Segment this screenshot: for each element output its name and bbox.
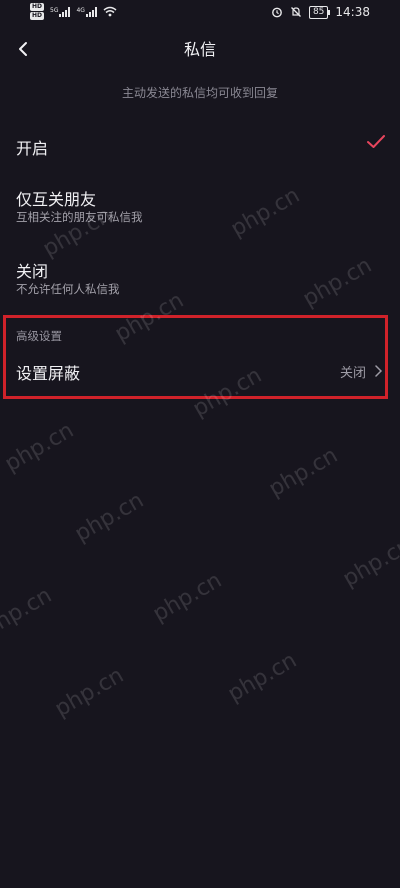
nav-bar: 私信	[0, 30, 400, 66]
option-disable[interactable]: 关闭 不允许任何人私信我	[0, 256, 400, 302]
signal-tech-label: 5G	[50, 6, 59, 14]
page-title: 私信	[183, 40, 216, 59]
checkmark-icon	[367, 135, 385, 148]
page-subtitle: 主动发送的私信均可收到回复	[121, 86, 278, 100]
signal-tech-label: 4G	[76, 6, 85, 14]
status-left: HD HD 5G 4G	[30, 3, 117, 20]
status-right: 85 14:38	[271, 5, 370, 19]
wifi-icon	[103, 6, 117, 17]
watermark: php.cn	[148, 567, 227, 628]
status-bar: HD HD 5G 4G 85 14:38	[0, 0, 400, 28]
option-label: 仅互关朋友	[16, 190, 97, 209]
option-description: 互相关注的朋友可私信我	[16, 210, 143, 224]
hd-badge: HD	[30, 12, 45, 20]
hd-badge: HD	[30, 3, 45, 11]
block-settings-label: 设置屏蔽	[16, 364, 81, 383]
watermark: php.cn	[264, 442, 343, 503]
block-settings-value: 关闭	[339, 366, 366, 381]
signal-icon: 5G	[50, 6, 71, 17]
option-description: 不允许任何人私信我	[16, 282, 120, 296]
option-mutual-friends[interactable]: 仅互关朋友 互相关注的朋友可私信我	[0, 184, 400, 230]
watermark: php.cn	[0, 582, 57, 643]
option-label: 开启	[16, 139, 49, 158]
watermark: php.cn	[338, 532, 400, 593]
advanced-settings-header: 高级设置	[16, 329, 62, 343]
signal-icon: 4G	[76, 6, 97, 17]
hd-badges: HD HD	[30, 3, 45, 20]
mute-icon	[290, 7, 301, 17]
watermark: php.cn	[70, 487, 149, 548]
block-settings-row[interactable]: 设置屏蔽 关闭	[0, 354, 400, 388]
status-time: 14:38	[335, 5, 370, 19]
battery-indicator: 85	[308, 5, 331, 19]
alarm-icon	[272, 7, 282, 18]
chevron-right-icon	[375, 365, 383, 377]
option-enable[interactable]: 开启	[0, 126, 400, 166]
watermark: php.cn	[50, 662, 129, 723]
watermark: php.cn	[0, 417, 79, 478]
option-label: 关闭	[16, 262, 49, 281]
watermark: php.cn	[223, 647, 302, 708]
